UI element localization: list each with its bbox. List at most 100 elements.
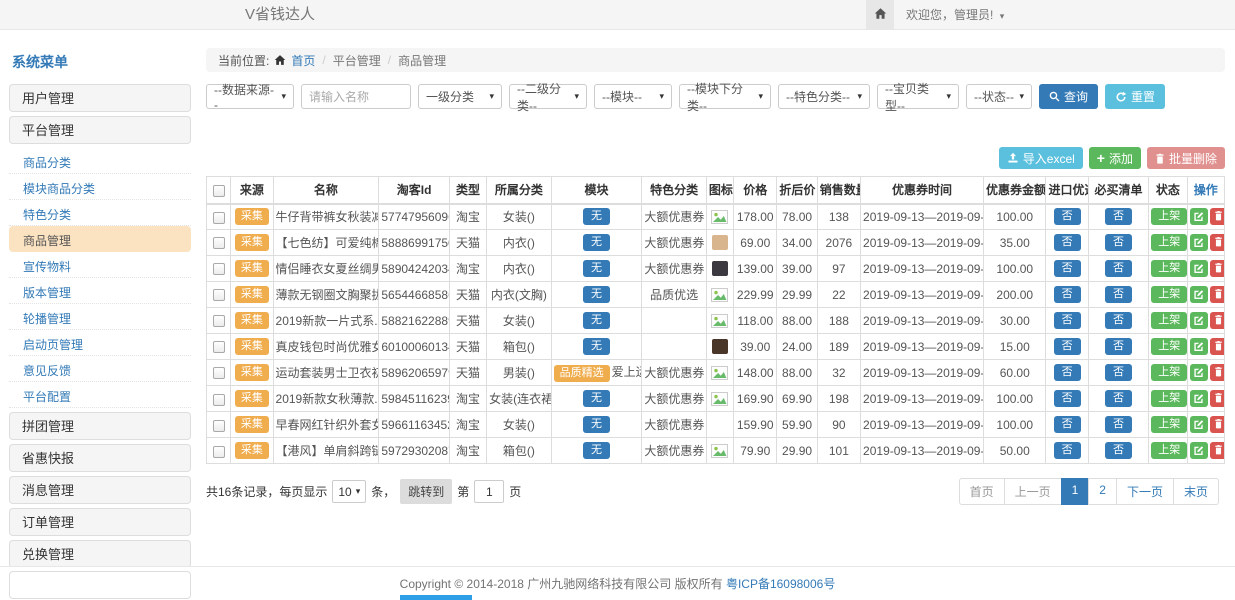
- must-buy-button[interactable]: 否: [1105, 442, 1132, 459]
- sidebar-group[interactable]: 兑换管理: [9, 540, 191, 568]
- batch-delete-button[interactable]: 批量删除: [1147, 147, 1225, 169]
- jump-page-input[interactable]: [474, 480, 504, 503]
- must-buy-button[interactable]: 否: [1105, 416, 1132, 433]
- sidebar-item[interactable]: 特色分类: [9, 200, 191, 226]
- user-menu[interactable]: 欢迎您，管理员! ▾: [894, 0, 1016, 30]
- delete-button[interactable]: [1210, 338, 1225, 355]
- status-button[interactable]: 上架: [1151, 416, 1187, 433]
- row-checkbox[interactable]: [213, 420, 225, 432]
- must-buy-button[interactable]: 否: [1105, 260, 1132, 277]
- must-buy-button[interactable]: 否: [1105, 390, 1132, 407]
- import-flag-button[interactable]: 否: [1054, 390, 1081, 407]
- sidebar-item[interactable]: 模块商品分类: [9, 174, 191, 200]
- page-button[interactable]: 2: [1088, 478, 1117, 505]
- row-checkbox[interactable]: [213, 341, 225, 353]
- import-flag-button[interactable]: 否: [1054, 234, 1081, 251]
- must-buy-button[interactable]: 否: [1105, 208, 1132, 225]
- edit-button[interactable]: [1190, 390, 1208, 407]
- sidebar-group[interactable]: 消息管理: [9, 476, 191, 504]
- must-buy-button[interactable]: 否: [1105, 312, 1132, 329]
- delete-button[interactable]: [1210, 312, 1225, 329]
- delete-button[interactable]: [1210, 364, 1225, 381]
- reset-button[interactable]: 重置: [1105, 84, 1165, 109]
- import-flag-button[interactable]: 否: [1054, 312, 1081, 329]
- status-button[interactable]: 上架: [1151, 312, 1187, 329]
- filter-select[interactable]: --模块下分类--▾: [679, 84, 771, 109]
- filter-select[interactable]: --宝贝类型--▾: [877, 84, 959, 109]
- sidebar-item[interactable]: 启动页管理: [9, 330, 191, 356]
- row-checkbox[interactable]: [213, 315, 225, 327]
- sidebar-item[interactable]: 意见反馈: [9, 356, 191, 382]
- delete-button[interactable]: [1210, 390, 1225, 407]
- status-button[interactable]: 上架: [1151, 260, 1187, 277]
- edit-button[interactable]: [1190, 286, 1208, 303]
- row-checkbox[interactable]: [213, 237, 225, 249]
- edit-button[interactable]: [1190, 312, 1208, 329]
- sidebar-group[interactable]: 订单管理: [9, 508, 191, 536]
- delete-button[interactable]: [1210, 260, 1225, 277]
- status-button[interactable]: 上架: [1151, 286, 1187, 303]
- status-button[interactable]: 上架: [1151, 208, 1187, 225]
- row-checkbox[interactable]: [213, 367, 225, 379]
- must-buy-button[interactable]: 否: [1105, 234, 1132, 251]
- filter-select[interactable]: 一级分类▾: [418, 84, 502, 109]
- page-size-select[interactable]: 10 ▾: [332, 480, 366, 503]
- delete-button[interactable]: [1210, 234, 1225, 251]
- delete-button[interactable]: [1210, 208, 1225, 225]
- sidebar-group[interactable]: 拼团管理: [9, 412, 191, 440]
- jump-button[interactable]: 跳转到: [400, 479, 452, 504]
- import-flag-button[interactable]: 否: [1054, 208, 1081, 225]
- must-buy-button[interactable]: 否: [1105, 338, 1132, 355]
- sidebar-item[interactable]: 版本管理: [9, 278, 191, 304]
- import-flag-button[interactable]: 否: [1054, 364, 1081, 381]
- status-button[interactable]: 上架: [1151, 442, 1187, 459]
- status-button[interactable]: 上架: [1151, 338, 1187, 355]
- row-checkbox[interactable]: [213, 446, 225, 458]
- home-button[interactable]: [866, 0, 894, 30]
- must-buy-button[interactable]: 否: [1105, 364, 1132, 381]
- edit-button[interactable]: [1190, 416, 1208, 433]
- sidebar-group[interactable]: 平台管理: [9, 116, 191, 144]
- name-search-input[interactable]: [301, 84, 411, 109]
- row-checkbox[interactable]: [213, 263, 225, 275]
- icp-link[interactable]: 粤ICP备16098006号: [726, 575, 835, 592]
- import-flag-button[interactable]: 否: [1054, 338, 1081, 355]
- page-button[interactable]: 下一页: [1116, 478, 1174, 505]
- sidebar-group[interactable]: 用户管理: [9, 84, 191, 112]
- edit-button[interactable]: [1190, 338, 1208, 355]
- delete-button[interactable]: [1210, 416, 1225, 433]
- filter-select[interactable]: --特色分类--▾: [778, 84, 870, 109]
- edit-button[interactable]: [1190, 208, 1208, 225]
- row-checkbox[interactable]: [213, 212, 225, 224]
- filter-select[interactable]: --状态--▾: [966, 84, 1032, 109]
- sidebar-item[interactable]: 平台配置: [9, 382, 191, 408]
- edit-button[interactable]: [1190, 260, 1208, 277]
- import-flag-button[interactable]: 否: [1054, 416, 1081, 433]
- page-button[interactable]: 末页: [1173, 478, 1219, 505]
- edit-button[interactable]: [1190, 234, 1208, 251]
- status-button[interactable]: 上架: [1151, 234, 1187, 251]
- import-flag-button[interactable]: 否: [1054, 260, 1081, 277]
- search-button[interactable]: 查询: [1039, 84, 1098, 109]
- filter-select[interactable]: --二级分类--▾: [509, 84, 587, 109]
- row-checkbox[interactable]: [213, 289, 225, 301]
- import-flag-button[interactable]: 否: [1054, 286, 1081, 303]
- select-all-checkbox[interactable]: [213, 185, 225, 197]
- import-excel-button[interactable]: 导入excel: [999, 147, 1083, 169]
- sidebar-group[interactable]: 省惠快报: [9, 444, 191, 472]
- edit-button[interactable]: [1190, 364, 1208, 381]
- filter-select[interactable]: --模块--▾: [594, 84, 672, 109]
- delete-button[interactable]: [1210, 442, 1225, 459]
- edit-button[interactable]: [1190, 442, 1208, 459]
- import-flag-button[interactable]: 否: [1054, 442, 1081, 459]
- sidebar-item[interactable]: 宣传物料: [9, 252, 191, 278]
- sidebar-item[interactable]: 商品分类: [9, 148, 191, 174]
- page-button[interactable]: 1: [1061, 478, 1090, 505]
- delete-button[interactable]: [1210, 286, 1225, 303]
- add-button[interactable]: + 添加: [1089, 147, 1141, 169]
- row-checkbox[interactable]: [213, 394, 225, 406]
- must-buy-button[interactable]: 否: [1105, 286, 1132, 303]
- sidebar-item[interactable]: 商品管理: [9, 226, 191, 252]
- status-button[interactable]: 上架: [1151, 390, 1187, 407]
- filter-select[interactable]: --数据来源--▾: [206, 84, 294, 109]
